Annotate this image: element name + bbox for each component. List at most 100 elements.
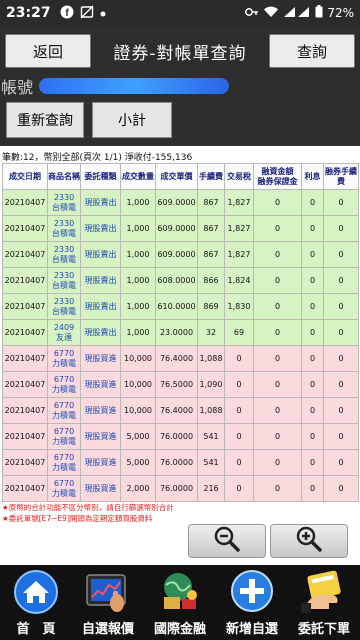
cell-order-type[interactable]: 現股賣出 (80, 319, 121, 346)
table-row[interactable]: 20210407 6770 力積電 現股買進 10,000 76.4000 1,088 0 0 0… (2, 345, 359, 372)
cell-interest: 0 (301, 215, 324, 242)
nav-home[interactable]: 首 頁 (0, 565, 72, 640)
cell-trade-date: 20210407 (2, 475, 48, 502)
cell-order-type[interactable]: 現股賣出 (80, 189, 121, 216)
cell-trade-date: 20210407 (2, 319, 48, 346)
zoom-controls (188, 524, 348, 558)
nav-add-watchlist[interactable]: 新增自選 (216, 565, 288, 640)
notes: ★原幣的合計功能不區分幣別，請自行篩選幣別合計 ★委託單號[E7~E9]開頭為定… (2, 502, 174, 524)
facebook-icon: f (60, 5, 74, 22)
cell-interest: 0 (301, 449, 324, 476)
table-row[interactable]: 20210407 6770 力積電 現股買進 10,000 76.4000 1,088 0 0 0… (2, 397, 359, 424)
cell-product[interactable]: 6770 力積電 (47, 371, 81, 398)
note-line: ★委託單號[E7~E9]開頭為定期定額買股資料 (2, 514, 153, 523)
table-row[interactable]: 20210407 6770 力積電 現股買進 2,000 76.0000 216 0 0 0 0 (2, 475, 359, 502)
zoom-in-button[interactable] (270, 524, 348, 558)
cell-product[interactable]: 6770 力積電 (47, 475, 81, 502)
cell-quantity: 5,000 (120, 423, 156, 450)
cell-price: 609.0000 (155, 241, 198, 268)
cell-tax: 0 (224, 345, 254, 372)
cell-order-type[interactable]: 現股賣出 (80, 215, 121, 242)
table-row[interactable]: 20210407 2330 台積電 現股賣出 1,000 610.0000 869 1,830… (2, 293, 359, 320)
cell-margin: 0 (253, 319, 302, 346)
cell-product[interactable]: 6770 力積電 (47, 397, 81, 424)
product-code: 6770 (53, 400, 75, 410)
table-row[interactable]: 20210407 6770 力積電 現股買進 5,000 76.0000 541 0 0 0 0 (2, 449, 359, 476)
cell-product[interactable]: 2330 台積電 (47, 189, 81, 216)
cell-margin: 0 (253, 345, 302, 372)
table-row[interactable]: 20210407 2330 台積電 現股賣出 1,000 608.0000 866 1,824… (2, 267, 359, 294)
requery-button[interactable]: 重新查詢 (6, 102, 84, 138)
cell-product[interactable]: 2330 台積電 (47, 267, 81, 294)
cell-product[interactable]: 2330 台積電 (47, 241, 81, 268)
cell-price: 608.0000 (155, 267, 198, 294)
back-button[interactable]: 返回 (5, 34, 91, 68)
cell-trade-date: 20210407 (2, 423, 48, 450)
table-row[interactable]: 20210407 6770 力積電 現股買進 10,000 76.5000 1,090 0 0 0… (2, 371, 359, 398)
cell-price: 610.0000 (155, 293, 198, 320)
table-row[interactable]: 20210407 2330 台積電 現股賣出 1,000 609.0000 867 1,827… (2, 241, 359, 268)
top-toolbar: 返回 證券-對帳單查詢 查詢 帳號 重新查詢 小計 (0, 26, 360, 146)
cell-fee: 216 (197, 475, 225, 502)
cell-interest: 0 (301, 267, 324, 294)
cell-margin: 0 (253, 371, 302, 398)
col-header: 交易稅 (224, 163, 254, 190)
cell-fee: 32 (197, 319, 225, 346)
cell-product[interactable]: 6770 力積電 (47, 449, 81, 476)
cell-order-type[interactable]: 現股賣出 (80, 241, 121, 268)
cell-product[interactable]: 6770 力積電 (47, 345, 81, 372)
nav-watchlist-quotes[interactable]: 自選報價 (72, 565, 144, 640)
cell-short-fee: 0 (323, 189, 359, 216)
cell-trade-date: 20210407 (2, 449, 48, 476)
product-code: 6770 (53, 426, 75, 436)
cell-product[interactable]: 2330 台積電 (47, 215, 81, 242)
cell-order-type[interactable]: 現股買進 (80, 345, 121, 372)
note-line: ★原幣的合計功能不區分幣別，請自行篩選幣別合計 (2, 503, 174, 512)
product-code: 2409 (53, 322, 75, 332)
cell-order-type[interactable]: 現股買進 (80, 371, 121, 398)
cell-quantity: 10,000 (120, 371, 156, 398)
cell-interest: 0 (301, 423, 324, 450)
cell-trade-date: 20210407 (2, 241, 48, 268)
cell-product[interactable]: 6770 力積電 (47, 423, 81, 450)
table-row[interactable]: 20210407 2409 友達 現股賣出 1,000 23.0000 32 69 0 0 0 (2, 319, 359, 346)
key-icon (245, 6, 259, 20)
cell-quantity: 10,000 (120, 397, 156, 424)
nav-international-finance[interactable]: 國際金融 (144, 565, 216, 640)
cell-order-type[interactable]: 現股買進 (80, 449, 121, 476)
cell-fee: 866 (197, 267, 225, 294)
cell-short-fee: 0 (323, 345, 359, 372)
product-name: 力積電 (52, 384, 76, 394)
zoom-out-button[interactable] (188, 524, 266, 558)
cell-order-type[interactable]: 現股買進 (80, 475, 121, 502)
cell-trade-date: 20210407 (2, 345, 48, 372)
cell-trade-date: 20210407 (2, 267, 48, 294)
nav-place-order[interactable]: 委託下單 (288, 565, 360, 640)
cell-price: 76.4000 (155, 397, 198, 424)
cell-product[interactable]: 2409 友達 (47, 319, 81, 346)
product-code: 2330 (53, 244, 75, 254)
product-name: 力積電 (52, 436, 76, 446)
cell-order-type[interactable]: 現股賣出 (80, 293, 121, 320)
cell-interest: 0 (301, 345, 324, 372)
cell-order-type[interactable]: 現股買進 (80, 423, 121, 450)
table-row[interactable]: 20210407 2330 台積電 現股賣出 1,000 609.0000 867 1,827… (2, 189, 359, 216)
col-header: 商品名稱 (47, 163, 81, 190)
cell-interest: 0 (301, 319, 324, 346)
cell-product[interactable]: 2330 台積電 (47, 293, 81, 320)
wifi-icon (263, 6, 279, 21)
home-icon (11, 569, 61, 615)
query-button[interactable]: 查詢 (269, 34, 355, 68)
account-label: 帳號 (1, 78, 34, 97)
cell-short-fee: 0 (323, 449, 359, 476)
table-row[interactable]: 20210407 2330 台積電 現股賣出 1,000 609.0000 867 1,827… (2, 215, 359, 242)
table-row[interactable]: 20210407 6770 力積電 現股買進 5,000 76.0000 541 0 0 0 0 (2, 423, 359, 450)
product-name: 力積電 (52, 488, 76, 498)
cell-quantity: 1,000 (120, 241, 156, 268)
cell-order-type[interactable]: 現股買進 (80, 397, 121, 424)
cell-price: 76.0000 (155, 475, 198, 502)
hand-order-icon (299, 569, 349, 615)
subtotal-button[interactable]: 小計 (92, 102, 172, 138)
cell-tax: 0 (224, 449, 254, 476)
cell-order-type[interactable]: 現股賣出 (80, 267, 121, 294)
